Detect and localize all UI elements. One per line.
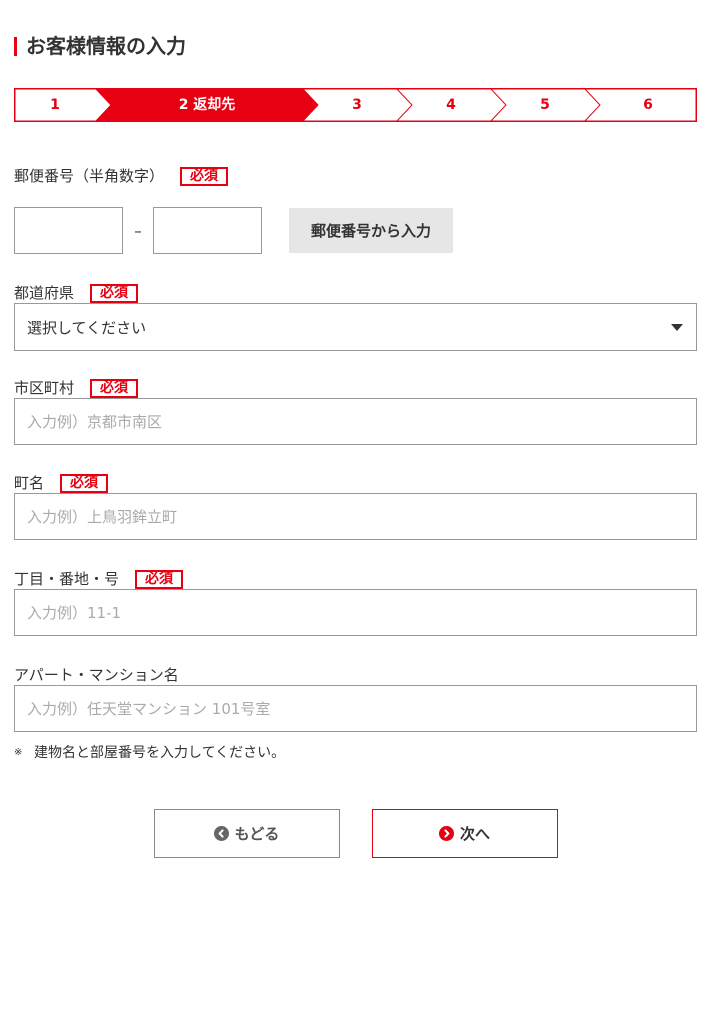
- city-label: 市区町村: [14, 379, 75, 397]
- step-indicator: 1 2 返却先 3 4 5 6: [14, 88, 697, 122]
- city-field: 市区町村 必須: [14, 379, 697, 445]
- town-label: 町名: [14, 474, 45, 492]
- prefecture-label: 都道府県: [14, 284, 75, 302]
- address-number-input[interactable]: [14, 589, 697, 636]
- required-badge: 必須: [90, 379, 139, 398]
- caret-down-icon: [671, 323, 683, 331]
- back-button[interactable]: もどる: [153, 809, 340, 858]
- step-1-segment: [14, 88, 111, 122]
- city-label-row: 市区町村 必須: [14, 379, 697, 398]
- town-field: 町名 必須: [14, 474, 697, 540]
- section-heading: お客様情報の入力: [14, 35, 697, 57]
- prefecture-select[interactable]: 選択してください: [14, 303, 697, 351]
- postal-code-inputs: – 郵便番号から入力: [14, 207, 697, 254]
- step-2-label: 2 返却先: [179, 96, 236, 113]
- heading-accent-bar: [14, 36, 17, 56]
- postal-code-field: 郵便番号（半角数字） 必須 – 郵便番号から入力: [14, 167, 697, 254]
- building-label-row: アパート・マンション名: [14, 666, 697, 685]
- postal-code-label-row: 郵便番号（半角数字） 必須: [14, 167, 697, 186]
- city-input[interactable]: [14, 398, 697, 445]
- address-number-field: 丁目・番地・号 必須: [14, 570, 697, 636]
- step-1: 1: [14, 88, 111, 122]
- town-input[interactable]: [14, 493, 697, 540]
- step-4-label: 4: [446, 97, 456, 113]
- postal-code-first-input[interactable]: [14, 207, 123, 254]
- building-note: ※ 建物名と部屋番号を入力してください。: [14, 743, 697, 763]
- page-title: お客様情報の入力: [26, 34, 186, 58]
- postal-code-separator: –: [134, 221, 142, 240]
- address-number-label-row: 丁目・番地・号 必須: [14, 570, 697, 589]
- step-6-label: 6: [643, 97, 653, 113]
- building-field: アパート・マンション名: [14, 666, 697, 732]
- town-label-row: 町名 必須: [14, 474, 697, 493]
- step-2: 2 返却先: [95, 88, 318, 122]
- form-actions: もどる 次へ: [14, 809, 697, 858]
- chevron-left-circle-icon: [213, 826, 229, 841]
- required-badge: 必須: [90, 284, 139, 303]
- step-3-label: 3: [352, 97, 362, 113]
- building-label: アパート・マンション名: [14, 666, 179, 684]
- prefecture-label-row: 都道府県 必須: [14, 284, 697, 303]
- required-badge: 必須: [135, 570, 184, 589]
- step-5-label: 5: [540, 97, 550, 113]
- required-badge: 必須: [180, 167, 229, 186]
- note-mark: ※: [14, 747, 23, 758]
- note-text: 建物名と部屋番号を入力してください。: [34, 745, 286, 761]
- building-input[interactable]: [14, 685, 697, 732]
- step-6: 6: [584, 88, 697, 122]
- step-1-label: 1: [50, 97, 60, 113]
- postal-lookup-button[interactable]: 郵便番号から入力: [289, 208, 453, 253]
- required-badge: 必須: [60, 474, 109, 493]
- address-number-label: 丁目・番地・号: [14, 570, 120, 588]
- postal-code-label: 郵便番号（半角数字）: [14, 167, 165, 185]
- step-6-segment: [584, 88, 697, 122]
- customer-info-page: お客様情報の入力 1 2 返却先 3 4 5 6 郵便番号（半角数字） 必須 –…: [14, 0, 697, 858]
- prefecture-field: 都道府県 必須 選択してください: [14, 284, 697, 351]
- next-button[interactable]: 次へ: [371, 809, 558, 858]
- prefecture-selected-value: 選択してください: [27, 318, 147, 337]
- chevron-right-circle-icon: [438, 826, 454, 841]
- next-button-label: 次へ: [459, 825, 490, 843]
- postal-code-second-input[interactable]: [153, 207, 262, 254]
- back-button-label: もどる: [234, 825, 280, 843]
